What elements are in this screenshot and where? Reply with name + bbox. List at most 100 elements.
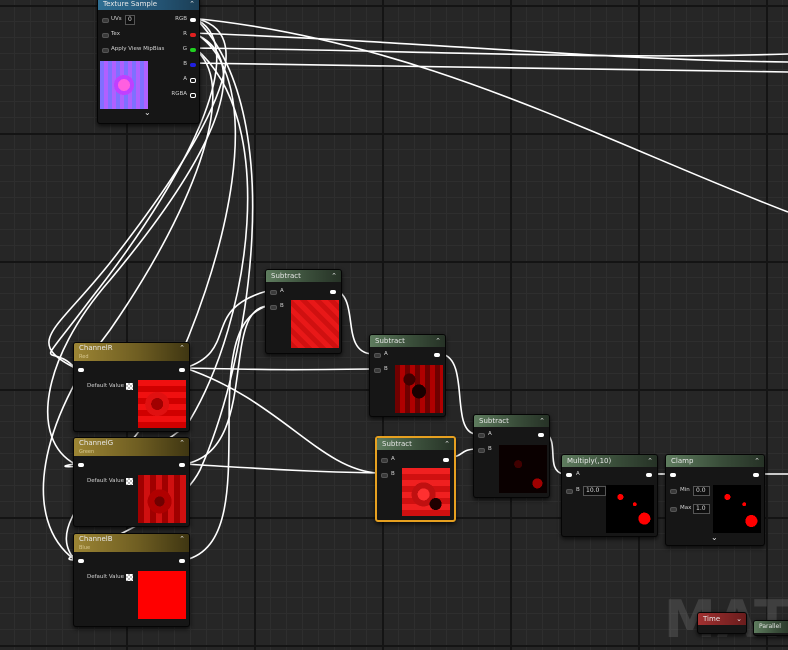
b-output-pin[interactable]	[190, 63, 196, 67]
subtract-node-1[interactable]: Subtract ⌃ A B	[265, 269, 342, 354]
subtract-header[interactable]: Subtract ⌃	[266, 270, 341, 282]
g-output-pin[interactable]	[190, 48, 196, 52]
pin-a-input[interactable]	[374, 353, 381, 358]
subtract-header[interactable]: Subtract ⌃	[370, 335, 445, 347]
uvs-input-pin[interactable]	[102, 18, 109, 23]
min-value-field[interactable]: 0.0	[693, 486, 710, 496]
channel-r-input-pin[interactable]	[78, 368, 84, 372]
subtract-header[interactable]: Subtract ⌃	[377, 438, 454, 450]
r-output-pin[interactable]	[190, 33, 196, 37]
subtract-output-pin[interactable]	[538, 433, 544, 437]
subtract-preview	[402, 468, 450, 516]
collapse-icon[interactable]: ⌃	[331, 270, 337, 282]
multiply-output-pin[interactable]	[646, 473, 652, 477]
collapse-icon[interactable]: ⌃	[179, 534, 185, 545]
pin-b-input[interactable]	[381, 473, 388, 478]
max-value-field[interactable]: 1.0	[693, 504, 710, 514]
pin-a-label: A	[384, 351, 388, 357]
collapse-icon[interactable]: ⌃	[754, 455, 760, 467]
a-output-label: A	[183, 76, 187, 82]
time-header[interactable]: Time ⌄	[698, 613, 746, 625]
tex-input-pin[interactable]	[102, 33, 109, 38]
parallel-node[interactable]: Parallel	[753, 620, 788, 636]
node-title: Time	[703, 615, 721, 623]
channel-r-header[interactable]: ChannelR Red ⌃	[74, 343, 189, 361]
channel-r-node[interactable]: ChannelR Red ⌃ Default Value	[73, 342, 190, 432]
pin-a-input[interactable]	[270, 290, 277, 295]
subtract-preview	[395, 365, 443, 413]
channel-g-output-pin[interactable]	[179, 463, 185, 467]
node-title: Subtract	[375, 337, 405, 345]
rgba-output-label: RGBA	[171, 91, 187, 97]
clamp-input-pin[interactable]	[670, 473, 676, 477]
collapse-icon[interactable]: ⌃	[444, 438, 450, 450]
collapse-icon[interactable]: ⌃	[539, 415, 545, 427]
node-title: Subtract	[382, 440, 412, 448]
texture-sample-node[interactable]: Texture Sample ⌃ UVs 0 Tex Apply View Mi…	[97, 0, 200, 124]
max-input-pin[interactable]	[670, 507, 677, 512]
node-title: Subtract	[479, 417, 509, 425]
checker-icon	[126, 383, 133, 390]
rgba-output-pin[interactable]	[190, 93, 196, 98]
subtract-preview	[499, 445, 547, 493]
collapse-icon[interactable]: ⌃	[179, 438, 185, 449]
pin-a-input[interactable]	[381, 458, 388, 463]
default-value-label: Default Value	[87, 383, 124, 389]
node-title: Multiply(,10)	[567, 457, 612, 465]
node-title: ChannelB	[79, 535, 113, 543]
subtract-header[interactable]: Subtract ⌃	[474, 415, 549, 427]
texture-sample-header[interactable]: Texture Sample ⌃	[98, 0, 199, 10]
channel-b-output-pin[interactable]	[179, 559, 185, 563]
node-subtitle: Green	[79, 449, 95, 455]
multiply-node[interactable]: Multiply(,10) ⌃ A B 10.0	[561, 454, 658, 537]
pin-b-input[interactable]	[270, 305, 277, 310]
subtract-node-4[interactable]: Subtract ⌃ A B	[473, 414, 550, 498]
subtract-output-pin[interactable]	[443, 458, 449, 462]
uvs-index-field[interactable]: 0	[125, 15, 135, 25]
channel-g-node[interactable]: ChannelG Green ⌃ Default Value	[73, 437, 190, 527]
mipbias-input-pin[interactable]	[102, 48, 109, 53]
subtract-output-pin[interactable]	[434, 353, 440, 357]
collapse-icon[interactable]: ⌃	[435, 335, 441, 347]
pin-a-input[interactable]	[478, 433, 485, 438]
b-value-field[interactable]: 10.0	[583, 486, 606, 496]
channel-r-output-pin[interactable]	[179, 368, 185, 372]
collapse-icon[interactable]: ⌃	[647, 455, 653, 467]
pin-b-input[interactable]	[374, 368, 381, 373]
pin-a-label: A	[488, 431, 492, 437]
subtract-node-3[interactable]: Subtract ⌃ A B	[375, 436, 456, 522]
node-title: Clamp	[671, 457, 694, 465]
node-title: Subtract	[271, 272, 301, 280]
pin-a-label: A	[280, 288, 284, 294]
checker-icon	[126, 478, 133, 485]
channel-b-node[interactable]: ChannelB Blue ⌃ Default Value	[73, 533, 190, 627]
collapse-icon[interactable]: ⌄	[736, 613, 742, 625]
pin-b-input[interactable]	[566, 489, 573, 494]
channel-b-preview	[138, 571, 186, 619]
node-title: ChannelG	[79, 439, 114, 447]
collapse-icon[interactable]: ⌃	[189, 0, 195, 10]
a-output-pin[interactable]	[190, 78, 196, 83]
clamp-node[interactable]: Clamp ⌃ Min 0.0 Max 1.0 ⌄	[665, 454, 765, 546]
channel-g-header[interactable]: ChannelG Green ⌃	[74, 438, 189, 456]
parallel-header[interactable]: Parallel	[754, 621, 788, 633]
multiply-header[interactable]: Multiply(,10) ⌃	[562, 455, 657, 467]
channel-b-header[interactable]: ChannelB Blue ⌃	[74, 534, 189, 552]
b-output-label: B	[183, 61, 187, 67]
clamp-header[interactable]: Clamp ⌃	[666, 455, 764, 467]
pin-b-input[interactable]	[478, 448, 485, 453]
subtract-output-pin[interactable]	[330, 290, 336, 294]
expand-preview-icon[interactable]: ⌄	[711, 533, 718, 542]
pin-a-input[interactable]	[566, 473, 572, 477]
max-label: Max	[680, 505, 692, 511]
time-node[interactable]: Time ⌄	[697, 612, 747, 634]
texture-preview	[100, 61, 148, 109]
min-input-pin[interactable]	[670, 489, 677, 494]
subtract-node-2[interactable]: Subtract ⌃ A B	[369, 334, 446, 417]
channel-b-input-pin[interactable]	[78, 559, 84, 563]
rgb-output-pin[interactable]	[190, 18, 196, 22]
channel-g-input-pin[interactable]	[78, 463, 84, 467]
clamp-output-pin[interactable]	[753, 473, 759, 477]
collapse-icon[interactable]: ⌃	[179, 343, 185, 354]
expand-preview-icon[interactable]: ⌄	[144, 108, 195, 117]
